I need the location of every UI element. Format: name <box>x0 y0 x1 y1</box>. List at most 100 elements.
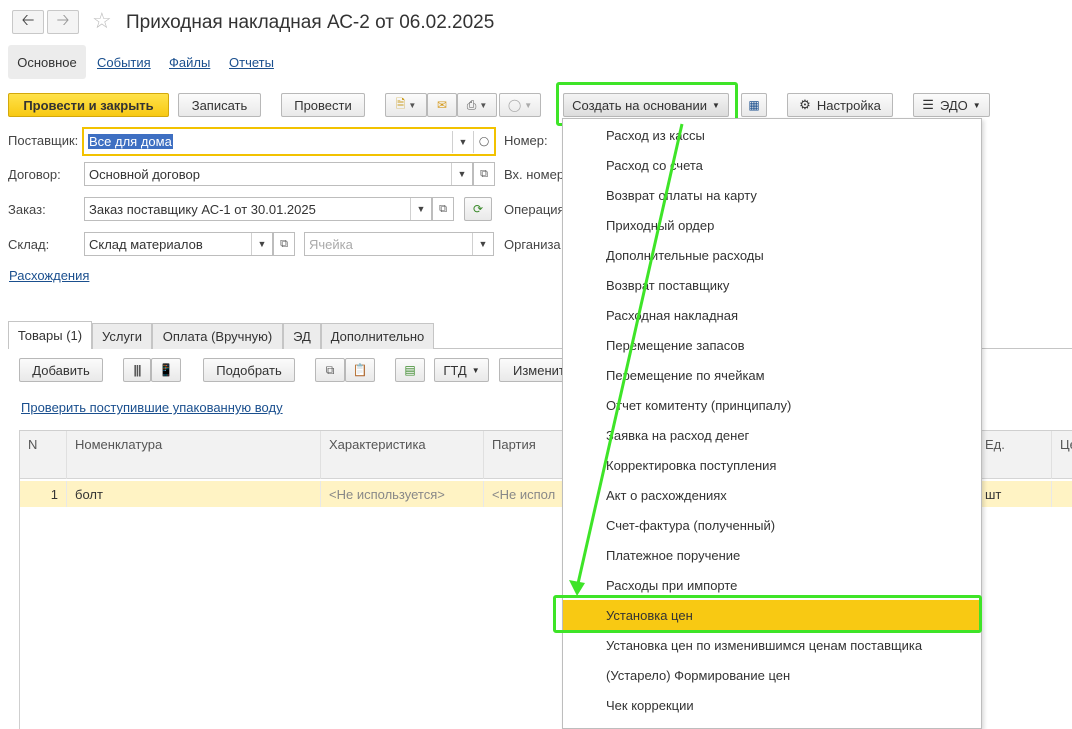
open-icon: ⧉ <box>280 237 288 250</box>
refresh-icon: ⟳ <box>472 202 484 216</box>
row-characteristic: <Не используется> <box>321 481 484 507</box>
tab-main-label: Основное <box>17 54 77 70</box>
warehouse-value: Склад материалов <box>89 236 203 252</box>
edo-label: ЭДО <box>939 97 968 113</box>
col-item[interactable]: Номенклатура <box>67 431 321 479</box>
tab-payment[interactable]: Оплата (Вручную) <box>152 323 283 349</box>
supplier-field[interactable]: Все для дома ▼ ◯ <box>82 127 496 156</box>
contract-field[interactable]: Основной договор ▼ <box>84 162 473 186</box>
order-field[interactable]: Заказ поставщику АС-1 от 30.01.2025 ▼ <box>84 197 432 221</box>
forward-button[interactable]: 🡢 <box>47 10 79 34</box>
paste-icon: 📋 <box>352 363 368 377</box>
printer-icon: ⎙ <box>466 97 477 112</box>
contract-value: Основной договор <box>89 166 200 182</box>
chevron-down-icon[interactable]: ▼ <box>472 233 493 255</box>
post-and-close-button[interactable]: Провести и закрыть <box>8 93 169 117</box>
chevron-down-icon[interactable]: ▼ <box>451 163 472 185</box>
barcode-icon: ||| <box>133 363 141 377</box>
change-button[interactable]: Изменит <box>499 358 569 382</box>
pick-button[interactable]: Подобрать <box>203 358 295 382</box>
scanner-icon: 📱 <box>158 363 174 377</box>
discrepancies-link[interactable]: Расхождения <box>9 268 89 283</box>
chevron-down-icon: ▼ <box>471 365 480 375</box>
chevron-down-icon[interactable]: ▼ <box>410 198 431 220</box>
chevron-down-icon: ▼ <box>972 100 981 110</box>
print-button[interactable]: ⎙ ▼ <box>457 93 497 117</box>
open-icon[interactable]: ◯ <box>473 130 494 153</box>
supplier-label: Поставщик: <box>8 133 79 148</box>
menu-item[interactable]: Установка цен по изменившимся ценам пост… <box>563 630 981 660</box>
organization-label: Организа <box>504 237 561 252</box>
tab-services[interactable]: Услуги <box>92 323 152 349</box>
post-button[interactable]: Провести <box>281 93 365 117</box>
col-unit[interactable]: Ед. <box>977 431 1052 479</box>
menu-item[interactable]: (Устарело) Формирование цен <box>563 660 981 690</box>
edo-status-button[interactable]: ◯ ▼ <box>499 93 541 117</box>
gear-icon: ⚙ <box>799 97 811 112</box>
copy-button[interactable]: ⧉ <box>315 358 345 382</box>
arrow-left-icon: 🡠 <box>21 11 35 29</box>
tab-files[interactable]: Файлы <box>169 55 210 70</box>
chevron-down-icon: ▼ <box>408 100 417 110</box>
row-item: болт <box>67 481 321 507</box>
warehouse-field[interactable]: Склад материалов ▼ <box>84 232 273 256</box>
chevron-down-icon: ▼ <box>479 100 488 110</box>
arrow-right-icon: 🡢 <box>56 11 70 29</box>
gtd-button[interactable]: ГТД ▼ <box>434 358 489 382</box>
contract-label: Договор: <box>8 167 61 182</box>
edo-button[interactable]: ☰ ЭДО ▼ <box>913 93 990 117</box>
gtd-label: ГТД <box>443 362 467 378</box>
warehouse-open-button[interactable]: ⧉ <box>273 232 295 256</box>
order-open-button[interactable]: ⧉ <box>432 197 454 221</box>
scanner-button[interactable]: 📱 <box>151 358 181 382</box>
check-water-link[interactable]: Проверить поступившие упакованную воду <box>21 400 283 415</box>
chevron-down-icon: ▼ <box>524 100 533 110</box>
cell-placeholder: Ячейка <box>309 236 353 252</box>
cell-field[interactable]: Ячейка ▼ <box>304 232 494 256</box>
tab-reports[interactable]: Отчеты <box>229 55 274 70</box>
col-price[interactable]: Це <box>1052 431 1072 479</box>
chevron-down-icon[interactable]: ▼ <box>251 233 272 255</box>
barcode-button[interactable]: ||| <box>123 358 151 382</box>
chevron-down-icon[interactable]: ▼ <box>452 130 473 153</box>
hierarchy-icon: ▦ <box>748 98 760 112</box>
page-title: Приходная накладная АС-2 от 06.02.2025 <box>126 12 495 33</box>
back-button[interactable]: 🡠 <box>12 10 44 34</box>
incoming-number-label: Вх. номер <box>504 167 565 182</box>
settings-button[interactable]: ⚙ Настройка <box>787 93 893 117</box>
document-icon: 🗎 <box>395 96 406 111</box>
warehouse-label: Склад: <box>8 237 50 252</box>
arrow-head <box>569 580 585 596</box>
settings-label: Настройка <box>816 97 881 113</box>
document-add-button[interactable]: 🗎 ▼ <box>385 93 427 117</box>
tab-additional[interactable]: Дополнительно <box>321 323 434 349</box>
edo-icon: ☰ <box>922 97 934 112</box>
fill-from-order-button[interactable]: ⟳ <box>464 197 492 221</box>
arrow-line <box>575 123 684 589</box>
copy-icon: ⧉ <box>325 362 335 377</box>
green-arrow <box>569 123 684 596</box>
email-button[interactable]: ✉ <box>427 93 457 117</box>
col-characteristic[interactable]: Характеристика <box>321 431 484 479</box>
contract-open-button[interactable]: ⧉ <box>473 162 495 186</box>
star-icon[interactable]: ☆ <box>92 8 112 34</box>
tab-events[interactable]: События <box>97 55 151 70</box>
supplier-value: Все для дома <box>88 134 173 149</box>
col-n[interactable]: N <box>20 431 67 479</box>
tab-goods[interactable]: Товары (1) <box>8 321 92 349</box>
menu-item[interactable]: Чек коррекции <box>563 690 981 720</box>
row-n: 1 <box>20 481 67 507</box>
save-button[interactable]: Записать <box>178 93 261 117</box>
tab-ed[interactable]: ЭД <box>283 323 321 349</box>
circle-icon: ◯ <box>507 98 522 112</box>
tab-main[interactable]: Основное <box>8 45 86 79</box>
paste-button[interactable]: 📋 <box>345 358 375 382</box>
envelope-icon: ✉ <box>436 98 448 112</box>
fill-button[interactable]: ▤ <box>395 358 425 382</box>
structure-button[interactable]: ▦ <box>741 93 767 117</box>
order-label: Заказ: <box>8 202 46 217</box>
add-button[interactable]: Добавить <box>19 358 103 382</box>
open-icon: ⧉ <box>480 167 488 180</box>
table-icon: ▤ <box>404 363 416 377</box>
order-value: Заказ поставщику АС-1 от 30.01.2025 <box>89 201 316 217</box>
